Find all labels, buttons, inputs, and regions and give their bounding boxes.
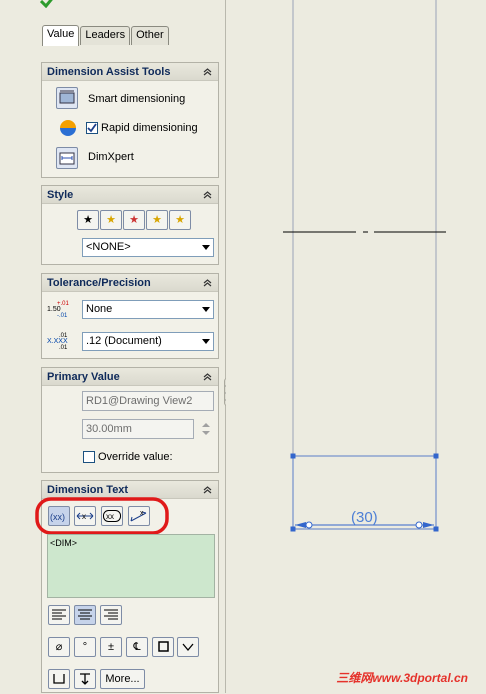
collapse-icon[interactable] — [202, 189, 213, 200]
precision-select[interactable]: .12 (Document) — [82, 332, 214, 351]
style-select-value: <NONE> — [86, 241, 131, 253]
collapse-icon[interactable] — [202, 66, 213, 77]
smart-dimensioning-label: Smart dimensioning — [88, 93, 186, 105]
dimension-assist-title-text: Dimension Assist Tools — [47, 66, 171, 78]
style-panel: Style ★ ★ ★ ★ ★ <NONE> — [41, 185, 219, 265]
delete-style-icon[interactable]: ★ — [123, 210, 145, 230]
diameter-symbol-button[interactable]: ⌀ — [48, 637, 70, 657]
style-title-text: Style — [47, 189, 74, 201]
align-right-button[interactable] — [100, 605, 122, 625]
svg-text:1.50: 1.50 — [47, 306, 61, 313]
rapid-dimension-icon — [60, 120, 76, 136]
primary-value-title-text: Primary Value — [47, 371, 120, 383]
tab-leaders[interactable]: Leaders — [80, 26, 131, 45]
precision-icon: .01 X.XXX .01 — [47, 333, 68, 350]
counterbore-symbol-button[interactable] — [48, 669, 70, 689]
chevron-down-icon — [202, 307, 210, 312]
rapid-dimensioning-label: Rapid dimensioning — [101, 122, 198, 134]
dimension-value-field[interactable]: 30.00mm — [82, 419, 194, 439]
dimension-reference-value: RD1@Drawing View2 — [86, 395, 193, 407]
more-symbols-button[interactable]: More... — [100, 669, 145, 689]
override-value-checkbox[interactable] — [83, 451, 95, 463]
primary-value-panel: Primary Value RD1@Drawing View2 30.00mm … — [41, 367, 219, 473]
dimension-label[interactable]: (30) — [351, 509, 378, 526]
dimxpert-label: DimXpert — [88, 151, 134, 163]
dimension-assist-title[interactable]: Dimension Assist Tools — [42, 63, 218, 81]
more-symbols-label: More... — [105, 673, 140, 685]
rapid-dimensioning-checkbox[interactable] — [86, 122, 98, 134]
apply-style-icon[interactable]: ★ — [77, 210, 99, 230]
square-symbol-button[interactable] — [152, 637, 174, 657]
collapse-icon[interactable] — [202, 277, 213, 288]
align-center-button[interactable] — [74, 605, 96, 625]
drawing-canvas[interactable]: (30) — [226, 0, 486, 693]
align-left-button[interactable] — [48, 605, 70, 625]
load-style-icon[interactable]: ★ — [169, 210, 191, 230]
tolerance-title[interactable]: Tolerance/Precision — [42, 274, 218, 292]
style-title[interactable]: Style — [42, 186, 218, 204]
plus-minus-symbol-button[interactable]: ± — [100, 637, 122, 657]
precision-value: .12 (Document) — [86, 335, 162, 347]
countersink-symbol-button[interactable] — [177, 637, 199, 657]
tab-other[interactable]: Other — [131, 26, 169, 45]
primary-value-title[interactable]: Primary Value — [42, 368, 218, 386]
dimxpert-icon[interactable] — [56, 147, 78, 169]
smart-dimension-icon[interactable] — [56, 87, 78, 109]
watermark-text: 三维网www.3dportal.cn — [336, 671, 468, 685]
svg-text:-.01: -.01 — [57, 313, 68, 318]
dimension-text-title-text: Dimension Text — [47, 484, 129, 496]
svg-text:.01: .01 — [59, 345, 68, 350]
chevron-down-icon — [202, 339, 210, 344]
dimension-assist-panel: Dimension Assist Tools Smart dimensionin… — [41, 62, 219, 178]
tolerance-panel: Tolerance/Precision +.01 1.50 -.01 None … — [41, 273, 219, 359]
ok-check-icon[interactable] — [40, 0, 56, 8]
chevron-down-icon — [202, 245, 210, 250]
style-select[interactable]: <NONE> — [82, 238, 214, 257]
tab-strip: Value Leaders Other — [42, 25, 170, 46]
dimension-value-text: 30.00mm — [86, 423, 132, 435]
dimension-text-value: <DIM> — [50, 538, 78, 548]
add-style-icon[interactable]: ★ — [100, 210, 122, 230]
svg-text:X.XXX: X.XXX — [47, 338, 68, 345]
save-style-icon[interactable]: ★ — [146, 210, 168, 230]
degree-symbol-button[interactable]: ° — [74, 637, 96, 657]
dimension-reference-field[interactable]: RD1@Drawing View2 — [82, 391, 214, 411]
tab-value[interactable]: Value — [42, 25, 80, 46]
property-manager: Value Leaders Other Dimension Assist Too… — [0, 0, 226, 693]
highlight-ellipse — [35, 497, 169, 535]
tolerance-type-icon: +.01 1.50 -.01 — [47, 301, 70, 318]
override-value-label: Override value: — [98, 451, 173, 463]
tolerance-type-value: None — [86, 303, 113, 315]
depth-symbol-button[interactable] — [74, 669, 96, 689]
tolerance-title-text: Tolerance/Precision — [47, 277, 151, 289]
value-spinner-icon[interactable] — [200, 419, 212, 439]
tolerance-type-select[interactable]: None — [82, 300, 214, 319]
centerline-symbol-button[interactable]: ℄ — [126, 637, 148, 657]
dimension-text-area[interactable]: <DIM> — [47, 534, 215, 598]
collapse-icon[interactable] — [202, 484, 213, 495]
collapse-icon[interactable] — [202, 371, 213, 382]
